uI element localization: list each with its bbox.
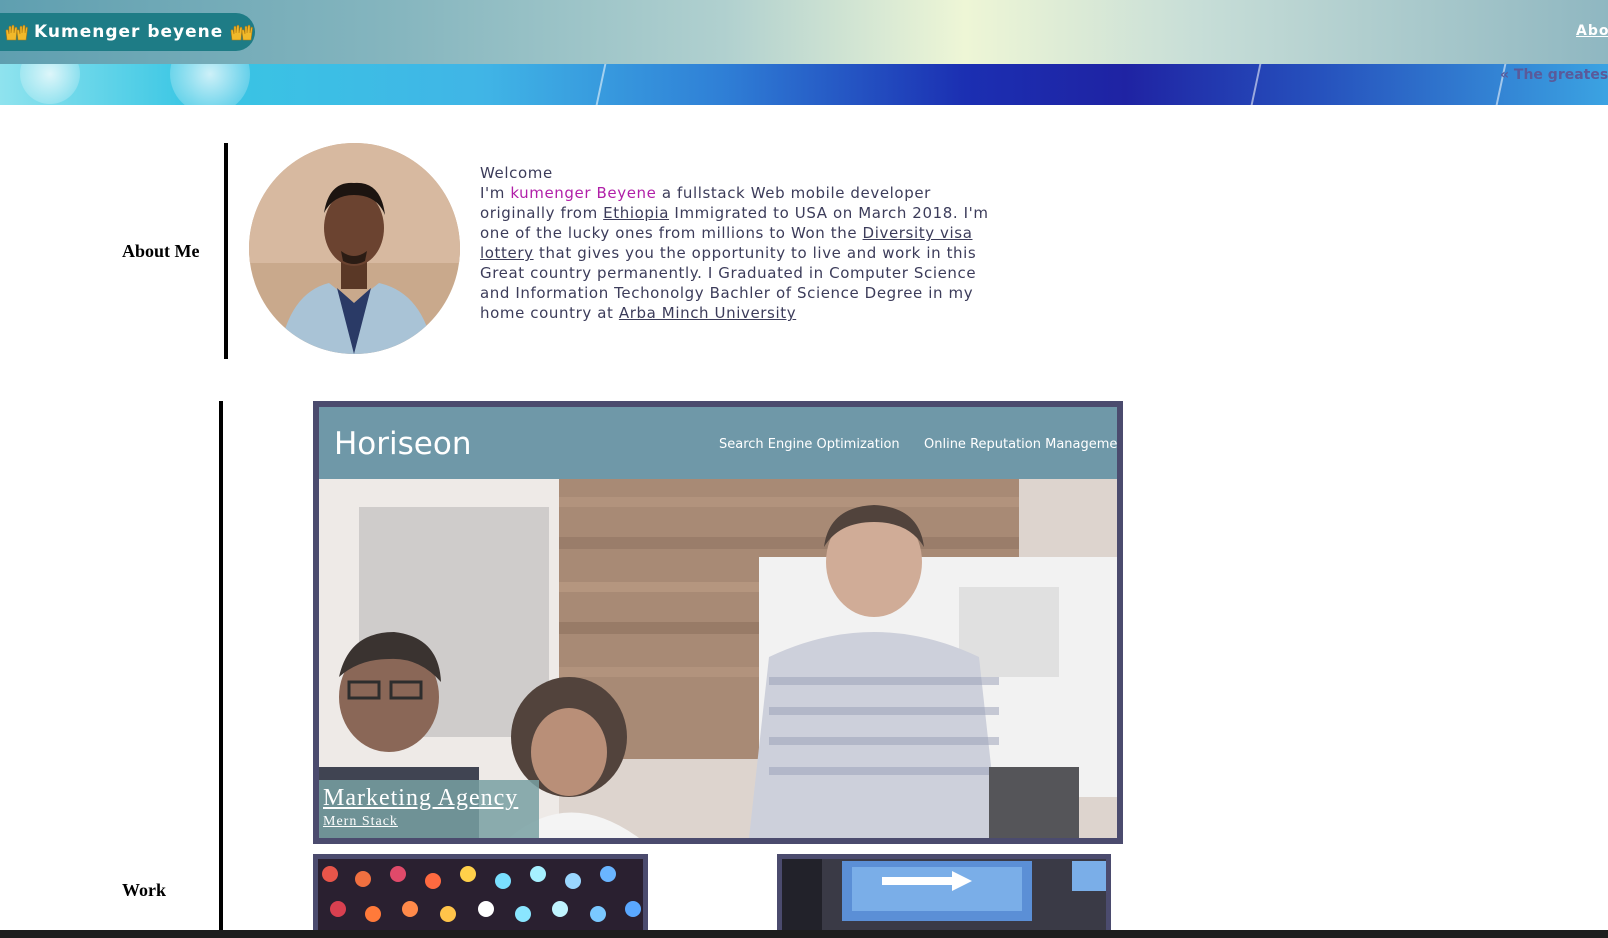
screenshot-nav-item: Search Engine Optimization	[719, 437, 900, 452]
project-screenshot: Horiseon Search Engine Optimization Onli…	[319, 407, 1117, 838]
project-tech-link[interactable]: Mern Stack	[323, 814, 535, 830]
banner-streak	[1250, 64, 1262, 105]
project-card-2[interactable]	[313, 854, 648, 938]
about-paragraph: Welcome I'm kumenger Beyene a fullstack …	[480, 163, 1010, 323]
about-section-label: About Me	[122, 241, 200, 261]
raising-hands-icon	[229, 22, 254, 42]
welcome-text: Welcome	[480, 164, 553, 182]
raising-hands-icon	[4, 22, 28, 42]
developer-name: kumenger Beyene	[510, 184, 657, 202]
intro-prefix: I'm	[480, 184, 511, 202]
profile-photo	[249, 143, 460, 354]
project-card-marketing-agency[interactable]: Horiseon Search Engine Optimization Onli…	[313, 401, 1123, 844]
project-thumbnail	[782, 859, 1106, 933]
project-caption: Marketing Agency Mern Stack	[319, 780, 539, 838]
banner-glow	[170, 64, 250, 105]
screenshot-nav-item: Online Reputation Manageme	[924, 437, 1117, 452]
work-divider	[219, 401, 223, 938]
hero-banner	[0, 64, 1608, 105]
nav-link-about[interactable]: About	[1576, 23, 1608, 39]
screenshot-logo: Horiseon	[334, 426, 471, 462]
banner-streak	[595, 64, 607, 105]
project-title-link[interactable]: Marketing Agency	[323, 782, 535, 814]
taskbar-strip	[0, 930, 1608, 938]
project-card-3[interactable]	[777, 854, 1111, 938]
banner-glow	[20, 64, 80, 104]
brand-name: Kumenger beyene	[34, 22, 224, 42]
about-divider	[224, 143, 228, 359]
work-section-label: Work	[122, 880, 167, 900]
site-header: Kumenger beyene About	[0, 0, 1608, 64]
link-ethiopia[interactable]: Ethiopia	[603, 204, 669, 222]
quote-marquee: « The greatest	[1500, 67, 1608, 83]
project-thumbnail	[318, 859, 643, 933]
brand-badge[interactable]: Kumenger beyene	[0, 13, 255, 51]
link-arba-minch-university[interactable]: Arba Minch University	[619, 304, 796, 322]
